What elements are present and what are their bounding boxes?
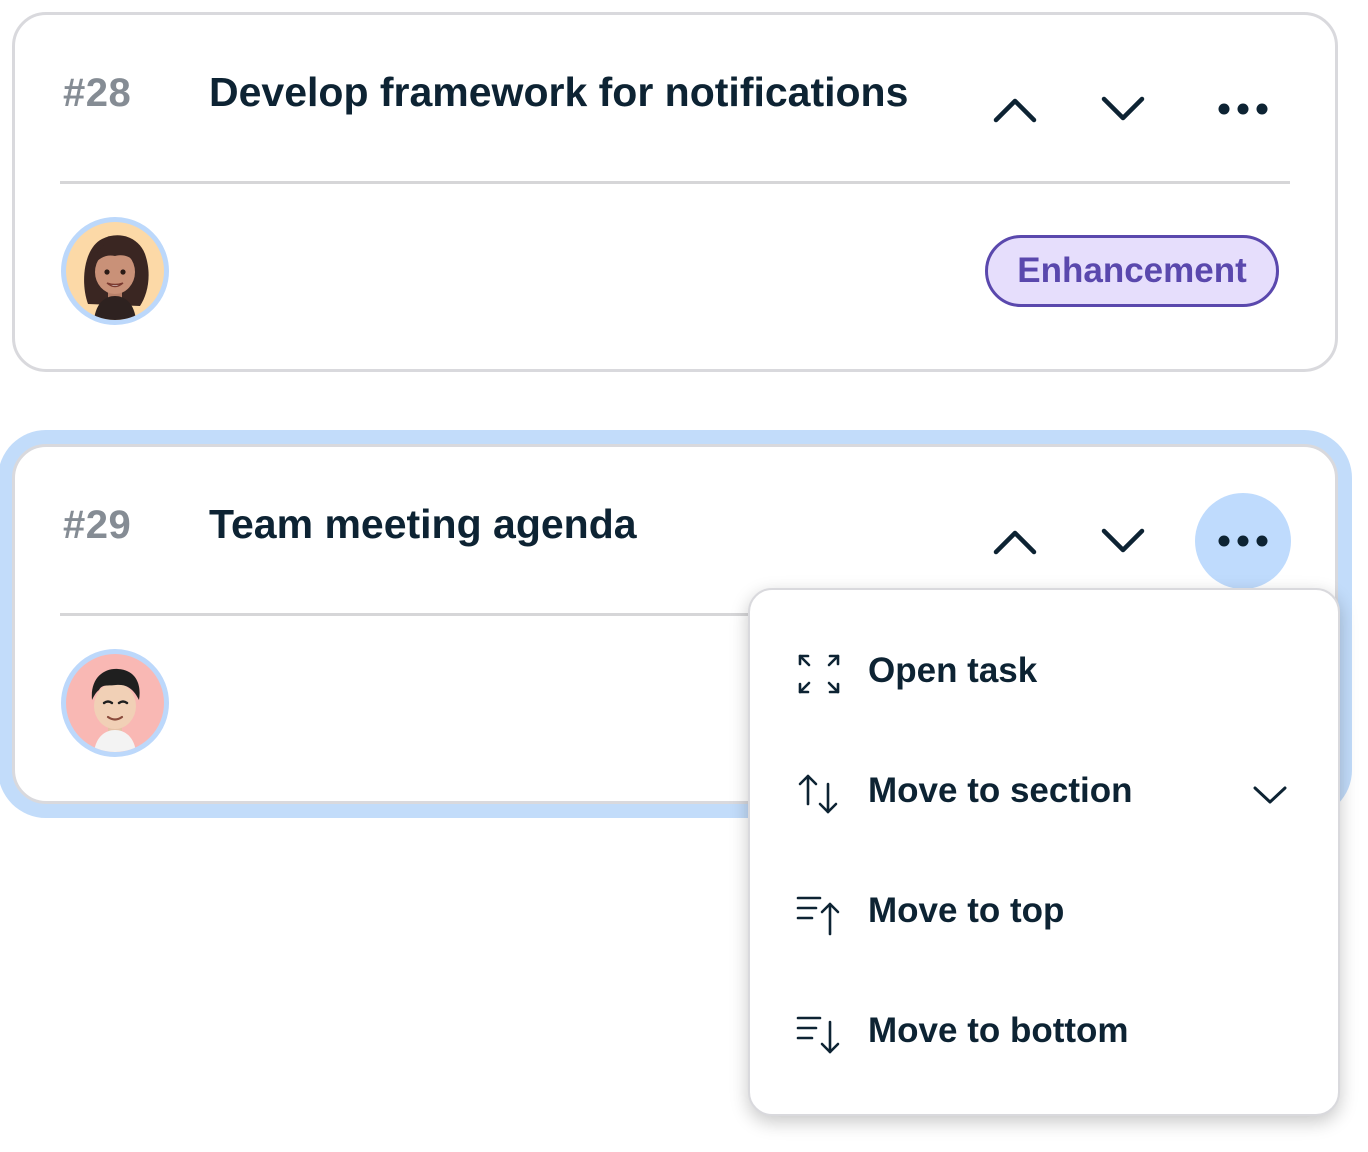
assignee-avatar[interactable] [61, 217, 169, 325]
assignee-avatar[interactable] [61, 649, 169, 757]
move-down-button[interactable] [1075, 61, 1171, 157]
sort-to-bottom-icon [796, 1016, 840, 1054]
menu-item-open-task[interactable]: Open task [750, 624, 1338, 724]
task-card[interactable]: #28 Develop framework for notifications [12, 12, 1338, 372]
expand-icon [798, 654, 840, 694]
menu-item-label: Move to top [868, 891, 1065, 930]
man-memoji-avatar [91, 668, 140, 752]
move-up-button[interactable] [967, 493, 1063, 589]
menu-item-label: Move to section [868, 771, 1133, 810]
chevron-down-icon [1101, 528, 1145, 553]
card-divider [60, 181, 1290, 184]
menu-item-move-to-top[interactable]: Move to top [750, 864, 1338, 964]
task-number: #29 [63, 503, 132, 547]
menu-item-label: Move to bottom [868, 1011, 1129, 1050]
more-horizontal-icon [1218, 103, 1268, 115]
swap-vertical-icon [798, 774, 838, 814]
chevron-up-icon [993, 98, 1037, 123]
task-title[interactable]: Team meeting agenda [209, 501, 637, 548]
move-down-button[interactable] [1075, 493, 1171, 589]
chevron-up-icon [993, 530, 1037, 555]
more-options-button[interactable] [1195, 61, 1291, 157]
task-context-menu: Open task Move to section Move to top Mo… [748, 588, 1340, 1116]
sort-to-top-icon [796, 896, 840, 936]
woman-memoji-avatar [84, 235, 149, 320]
move-up-button[interactable] [967, 61, 1063, 157]
more-options-button-active[interactable] [1195, 493, 1291, 589]
menu-item-move-to-bottom[interactable]: Move to bottom [750, 984, 1338, 1084]
more-horizontal-icon [1218, 535, 1268, 547]
task-title[interactable]: Develop framework for notifications [209, 69, 908, 116]
menu-item-label: Open task [868, 651, 1038, 690]
task-number: #28 [63, 71, 132, 115]
chevron-down-icon [1253, 786, 1287, 804]
chevron-down-icon [1101, 96, 1145, 121]
menu-item-move-to-section[interactable]: Move to section [750, 744, 1338, 844]
enhancement-tag[interactable]: Enhancement [985, 235, 1279, 307]
